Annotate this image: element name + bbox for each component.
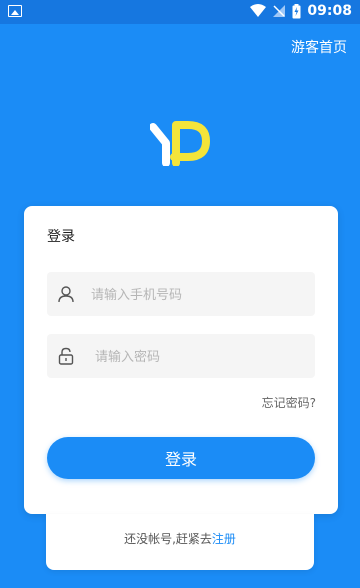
signal-off-icon <box>273 5 286 17</box>
lock-icon <box>58 347 74 365</box>
wifi-icon <box>250 4 267 17</box>
register-link[interactable]: 注册 <box>212 532 236 546</box>
phone-field <box>47 272 315 318</box>
battery-charging-icon <box>292 3 301 18</box>
user-icon <box>58 286 74 303</box>
login-title: 登录 <box>47 229 75 245</box>
clock: 09:08 <box>307 3 352 19</box>
guest-home-link[interactable]: 游客首页 <box>291 37 347 57</box>
gallery-icon <box>8 5 22 17</box>
status-icons: 09:08 <box>250 3 352 19</box>
register-prompt-text: 还没帐号,赶紧去 <box>124 532 212 546</box>
register-prompt: 还没帐号,赶紧去注册 <box>46 514 314 570</box>
app-logo <box>150 121 210 166</box>
phone-input[interactable] <box>89 272 313 318</box>
password-input[interactable] <box>93 334 317 380</box>
login-button[interactable]: 登录 <box>47 437 315 479</box>
status-bar: 09:08 <box>0 0 360 24</box>
login-card: 登录 忘记密码? 登录 <box>24 206 338 514</box>
forgot-password-link[interactable]: 忘记密码? <box>262 394 316 411</box>
password-field <box>47 334 317 380</box>
